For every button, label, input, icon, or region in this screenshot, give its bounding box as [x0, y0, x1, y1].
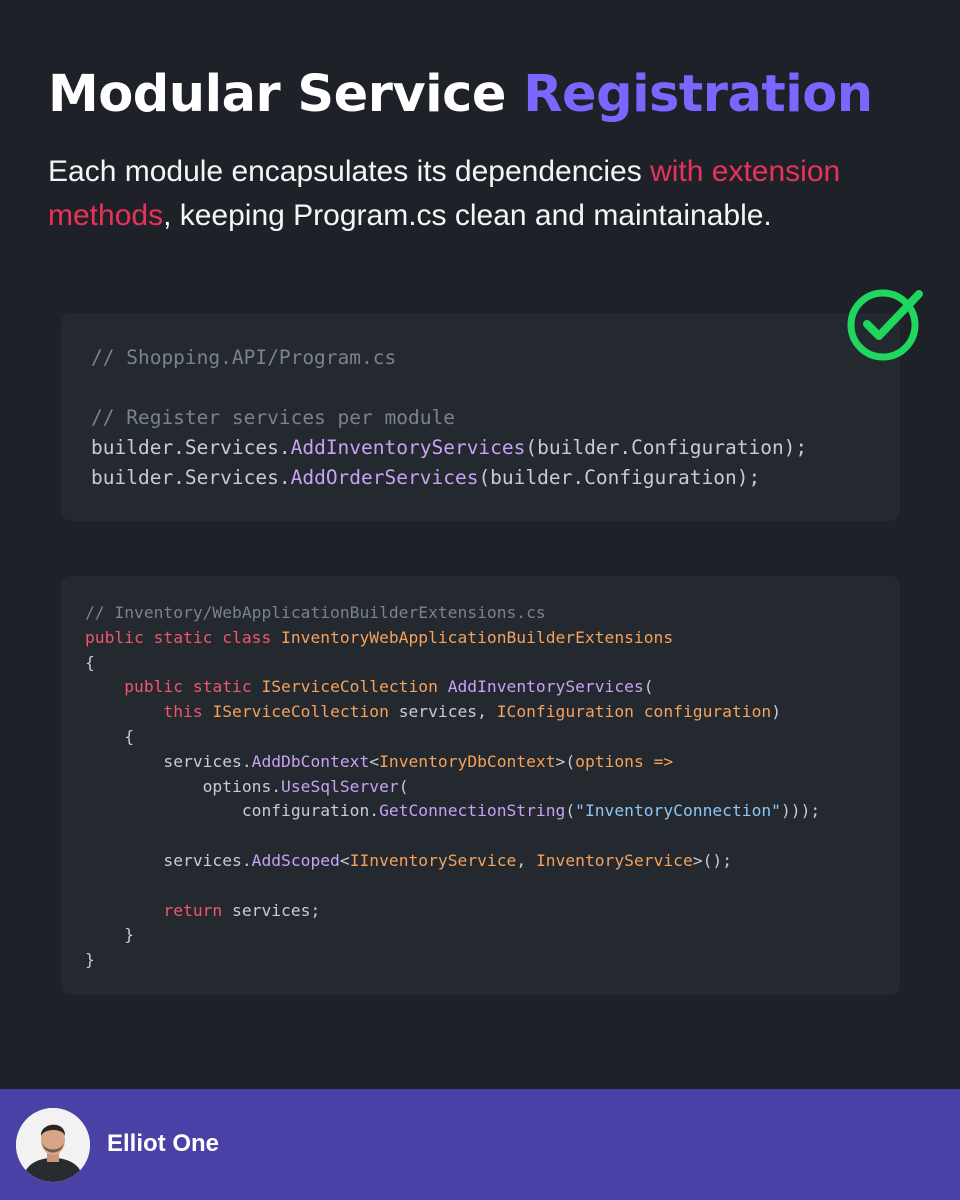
code-line: configuration.GetConnectionString("Inven… — [85, 799, 820, 824]
subtitle-end: , keeping Program.cs clean and maintaina… — [163, 199, 772, 232]
title-main: Modular Service — [48, 65, 506, 124]
code-line: } — [85, 948, 820, 973]
code-token: AddInventoryServices — [290, 436, 526, 459]
code-token: InventoryService — [535, 850, 693, 870]
code-line: return services; — [85, 899, 820, 924]
code-token: ) — [771, 702, 781, 722]
code-token: return — [163, 900, 233, 920]
code-token: public static — [124, 677, 262, 697]
code-token: , — [516, 850, 536, 870]
code-token: ( — [398, 776, 409, 796]
code-token: services. — [85, 850, 252, 870]
code-token: services — [398, 702, 478, 722]
slide: Modular Service Registration Each module… — [0, 0, 960, 1200]
code-token: ( — [643, 677, 654, 697]
code-token: AddOrderServices — [290, 466, 479, 489]
avatar — [16, 1108, 90, 1182]
code-token: IServiceCollection — [212, 702, 399, 722]
code-token: { — [85, 652, 95, 672]
code-token: builder.Services. — [91, 436, 291, 459]
code-line: public static IServiceCollection AddInve… — [85, 675, 820, 700]
code-token: ( — [565, 801, 576, 821]
code-token: IServiceCollection — [261, 677, 448, 697]
code-token: IConfiguration configuration — [496, 702, 772, 722]
code-line: { — [85, 725, 820, 750]
page-title: Modular Service Registration — [48, 62, 873, 128]
code-token: AddScoped — [251, 850, 340, 870]
code-token: services; — [232, 900, 321, 920]
code-line: services.AddDbContext<InventoryDbContext… — [85, 750, 820, 775]
check-circle-icon — [847, 289, 923, 361]
title-accent: Registration — [523, 65, 873, 124]
code-line: builder.Services.AddInventoryServices(bu… — [91, 433, 807, 463]
code-token: services. — [85, 751, 252, 771]
code-line: options.UseSqlServer( — [85, 775, 820, 800]
code-token: options => — [575, 751, 674, 771]
code-token: // Inventory/WebApplicationBuilderExtens… — [85, 603, 546, 622]
code-token: IInventoryService — [349, 850, 517, 870]
extensions-code: // Inventory/WebApplicationBuilderExtens… — [85, 601, 820, 973]
code-line: // Inventory/WebApplicationBuilderExtens… — [85, 601, 820, 626]
code-token: // Register services per module — [91, 406, 455, 429]
code-token: (builder.Configuration); — [525, 436, 808, 459]
code-token: this — [163, 702, 213, 722]
code-token: >( — [555, 751, 576, 771]
code-token: AddInventoryServices — [447, 677, 644, 697]
code-token: >(); — [692, 850, 732, 870]
extensions-code-block: // Inventory/WebApplicationBuilderExtens… — [61, 576, 900, 995]
code-token: configuration. — [85, 801, 380, 821]
code-token: public static class — [85, 627, 282, 647]
program-code-block: // Shopping.API/Program.cs // Register s… — [61, 313, 900, 521]
code-line: { — [85, 651, 820, 676]
code-token: "InventoryConnection" — [575, 801, 781, 821]
code-line: } — [85, 923, 820, 948]
code-line: builder.Services.AddOrderServices(builde… — [91, 463, 807, 493]
code-line: // Register services per module — [91, 403, 807, 433]
program-code: // Shopping.API/Program.cs // Register s… — [91, 343, 807, 493]
code-token: builder.Services. — [91, 466, 291, 489]
code-token: InventoryWebApplicationBuilderExtensions — [281, 627, 674, 647]
code-token: { — [85, 726, 135, 746]
code-token: options. — [85, 776, 282, 796]
code-token: GetConnectionString — [379, 801, 566, 821]
avatar-photo — [16, 1108, 90, 1182]
author-footer: Elliot One — [0, 1089, 960, 1200]
code-token: < — [339, 850, 350, 870]
code-line: public static class InventoryWebApplicat… — [85, 626, 820, 651]
code-token: , — [477, 702, 497, 722]
code-token: UseSqlServer — [281, 776, 399, 796]
code-token: // Shopping.API/Program.cs — [91, 346, 397, 369]
code-token: < — [369, 751, 380, 771]
code-token: InventoryDbContext — [379, 751, 556, 771]
subtitle-start: Each module encapsulates its dependencie… — [48, 155, 642, 188]
code-token: (builder.Configuration); — [478, 466, 761, 489]
code-line: this IServiceCollection services, IConfi… — [85, 700, 820, 725]
code-token: ))); — [781, 801, 821, 821]
code-token: } — [85, 925, 135, 945]
author-name: Elliot One — [107, 1130, 220, 1157]
code-line: // Shopping.API/Program.cs — [91, 343, 807, 373]
subtitle: Each module encapsulates its dependencie… — [48, 150, 918, 238]
code-token: AddDbContext — [251, 751, 370, 771]
code-token: } — [85, 950, 95, 970]
code-line: services.AddScoped<IInventoryService, In… — [85, 849, 820, 874]
